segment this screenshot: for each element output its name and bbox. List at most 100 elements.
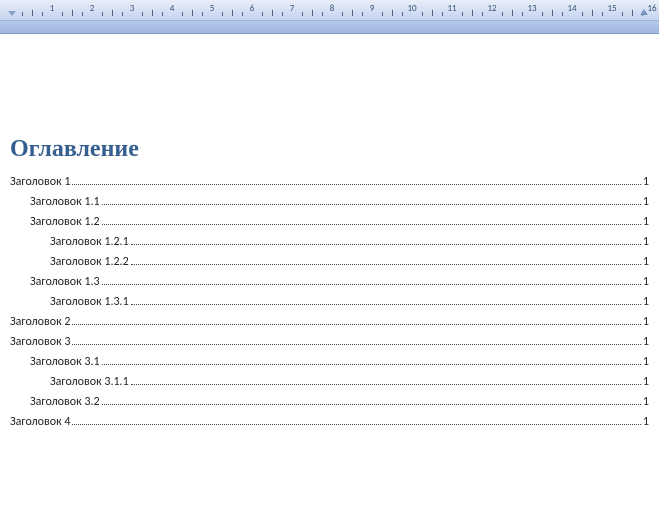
ruler-tick [502, 12, 503, 16]
toc-entry-page: 1 [643, 275, 649, 289]
tab-stop-icon[interactable] [640, 9, 648, 15]
ruler-number: 16 [647, 3, 656, 14]
ruler-tick [182, 12, 183, 16]
toc-entry-page: 1 [643, 335, 649, 349]
indent-marker-icon[interactable] [8, 11, 16, 16]
ruler-tick [152, 10, 153, 16]
ruler-tick [222, 12, 223, 16]
horizontal-ruler[interactable]: 12345678910111213141516 [0, 0, 659, 21]
toc-leader-dots [72, 424, 640, 425]
toc-entry-page: 1 [643, 295, 649, 309]
ruler-tick [162, 12, 163, 16]
toc-entry[interactable]: Заголовок 1.1 1 [10, 195, 649, 209]
ruler-tick [582, 12, 583, 16]
toc-entry-page: 1 [643, 395, 649, 409]
ruler-tick [482, 12, 483, 16]
toc-entry-text: Заголовок 1.3.1 [50, 295, 129, 309]
toc-entry[interactable]: Заголовок 1 1 [10, 175, 649, 189]
toc-leader-dots [131, 304, 641, 305]
ruler-number: 3 [130, 3, 135, 14]
ruler-tick [202, 12, 203, 16]
ruler-tick [72, 10, 73, 16]
toc-entry-page: 1 [643, 255, 649, 269]
toc-entry[interactable]: Заголовок 2 1 [10, 315, 649, 329]
ruler-tick [62, 12, 63, 16]
ruler-tick [272, 10, 273, 16]
toc-entry[interactable]: Заголовок 3.21 [10, 395, 649, 409]
toc-list: Заголовок 1 1 Заголовок 1.1 1 Заголовок 1.2 1… [10, 175, 649, 429]
ruler-number: 10 [407, 3, 416, 14]
toc-entry-text: Заголовок 3.1 [30, 355, 100, 369]
toc-entry-text: Заголовок 1 [10, 175, 70, 189]
toc-leader-dots [131, 264, 641, 265]
toc-entry[interactable]: Заголовок 1.3 1 [10, 275, 649, 289]
ruler-tick [122, 12, 123, 16]
toc-entry[interactable]: Заголовок 41 [10, 415, 649, 429]
toc-entry[interactable]: Заголовок 1.2.11 [10, 235, 649, 249]
toc-leader-dots [72, 344, 640, 345]
ruler-tick [142, 12, 143, 16]
ruler-number: 12 [487, 3, 496, 14]
ruler-tick [422, 12, 423, 16]
toc-entry-page: 1 [643, 315, 649, 329]
toc-entry[interactable]: Заголовок 3.1.1 1 [10, 375, 649, 389]
toc-entry-text: Заголовок 1.3 [30, 275, 100, 289]
ruler-tick [542, 12, 543, 16]
toc-leader-dots [102, 224, 641, 225]
toc-entry-text: Заголовок 3 [10, 335, 70, 349]
toc-entry-text: Заголовок 1.2.1 [50, 235, 129, 249]
ruler-tick [32, 10, 33, 16]
ruler-tick [592, 10, 593, 16]
toc-entry-text: Заголовок 4 [10, 415, 70, 429]
ruler-tick [602, 12, 603, 16]
ruler-tick [392, 10, 393, 16]
ruler-tick [322, 12, 323, 16]
ruler-tick [432, 10, 433, 16]
toc-leader-dots [131, 384, 641, 385]
toc-entry-text: Заголовок 1.2.2 [50, 255, 129, 269]
toc-entry-page: 1 [643, 355, 649, 369]
toc-entry-page: 1 [643, 195, 649, 209]
ruler-tick [402, 12, 403, 16]
toc-entry-page: 1 [643, 215, 649, 229]
toc-leader-dots [102, 364, 641, 365]
ruler-tick [42, 12, 43, 16]
ruler-tick [302, 12, 303, 16]
ruler-tick [382, 12, 383, 16]
ruler-tick [632, 10, 633, 16]
toc-entry[interactable]: Заголовок 3.1 1 [10, 355, 649, 369]
toc-entry-page: 1 [643, 375, 649, 389]
ruler-number: 5 [210, 3, 215, 14]
ruler-number: 6 [250, 3, 255, 14]
toc-leader-dots [131, 244, 641, 245]
ruler-spacer [0, 21, 659, 34]
ruler-number: 2 [90, 3, 95, 14]
toc-entry[interactable]: Заголовок 1.2 1 [10, 215, 649, 229]
ruler-tick [232, 10, 233, 16]
toc-entry-text: Заголовок 1.1 [30, 195, 100, 209]
toc-entry-text: Заголовок 2 [10, 315, 70, 329]
ruler-tick [242, 12, 243, 16]
ruler-number: 9 [370, 3, 375, 14]
ruler-number: 13 [527, 3, 536, 14]
ruler-tick [82, 12, 83, 16]
toc-entry-text: Заголовок 1.2 [30, 215, 100, 229]
ruler-tick [362, 12, 363, 16]
toc-entry-page: 1 [643, 175, 649, 189]
toc-entry-text: Заголовок 3.1.1 [50, 375, 129, 389]
ruler-tick [462, 12, 463, 16]
ruler-tick [192, 10, 193, 16]
ruler-tick [552, 10, 553, 16]
toc-entry[interactable]: Заголовок 1.2.2 1 [10, 255, 649, 269]
ruler-number: 7 [290, 3, 295, 14]
ruler-number: 15 [607, 3, 616, 14]
ruler-tick [472, 10, 473, 16]
ruler-tick [262, 12, 263, 16]
ruler-tick [312, 10, 313, 16]
ruler-tick [282, 12, 283, 16]
toc-entry[interactable]: Заголовок 3 1 [10, 335, 649, 349]
ruler-tick [622, 12, 623, 16]
ruler-tick [342, 12, 343, 16]
toc-entry[interactable]: Заголовок 1.3.1 1 [10, 295, 649, 309]
ruler-number: 8 [330, 3, 335, 14]
